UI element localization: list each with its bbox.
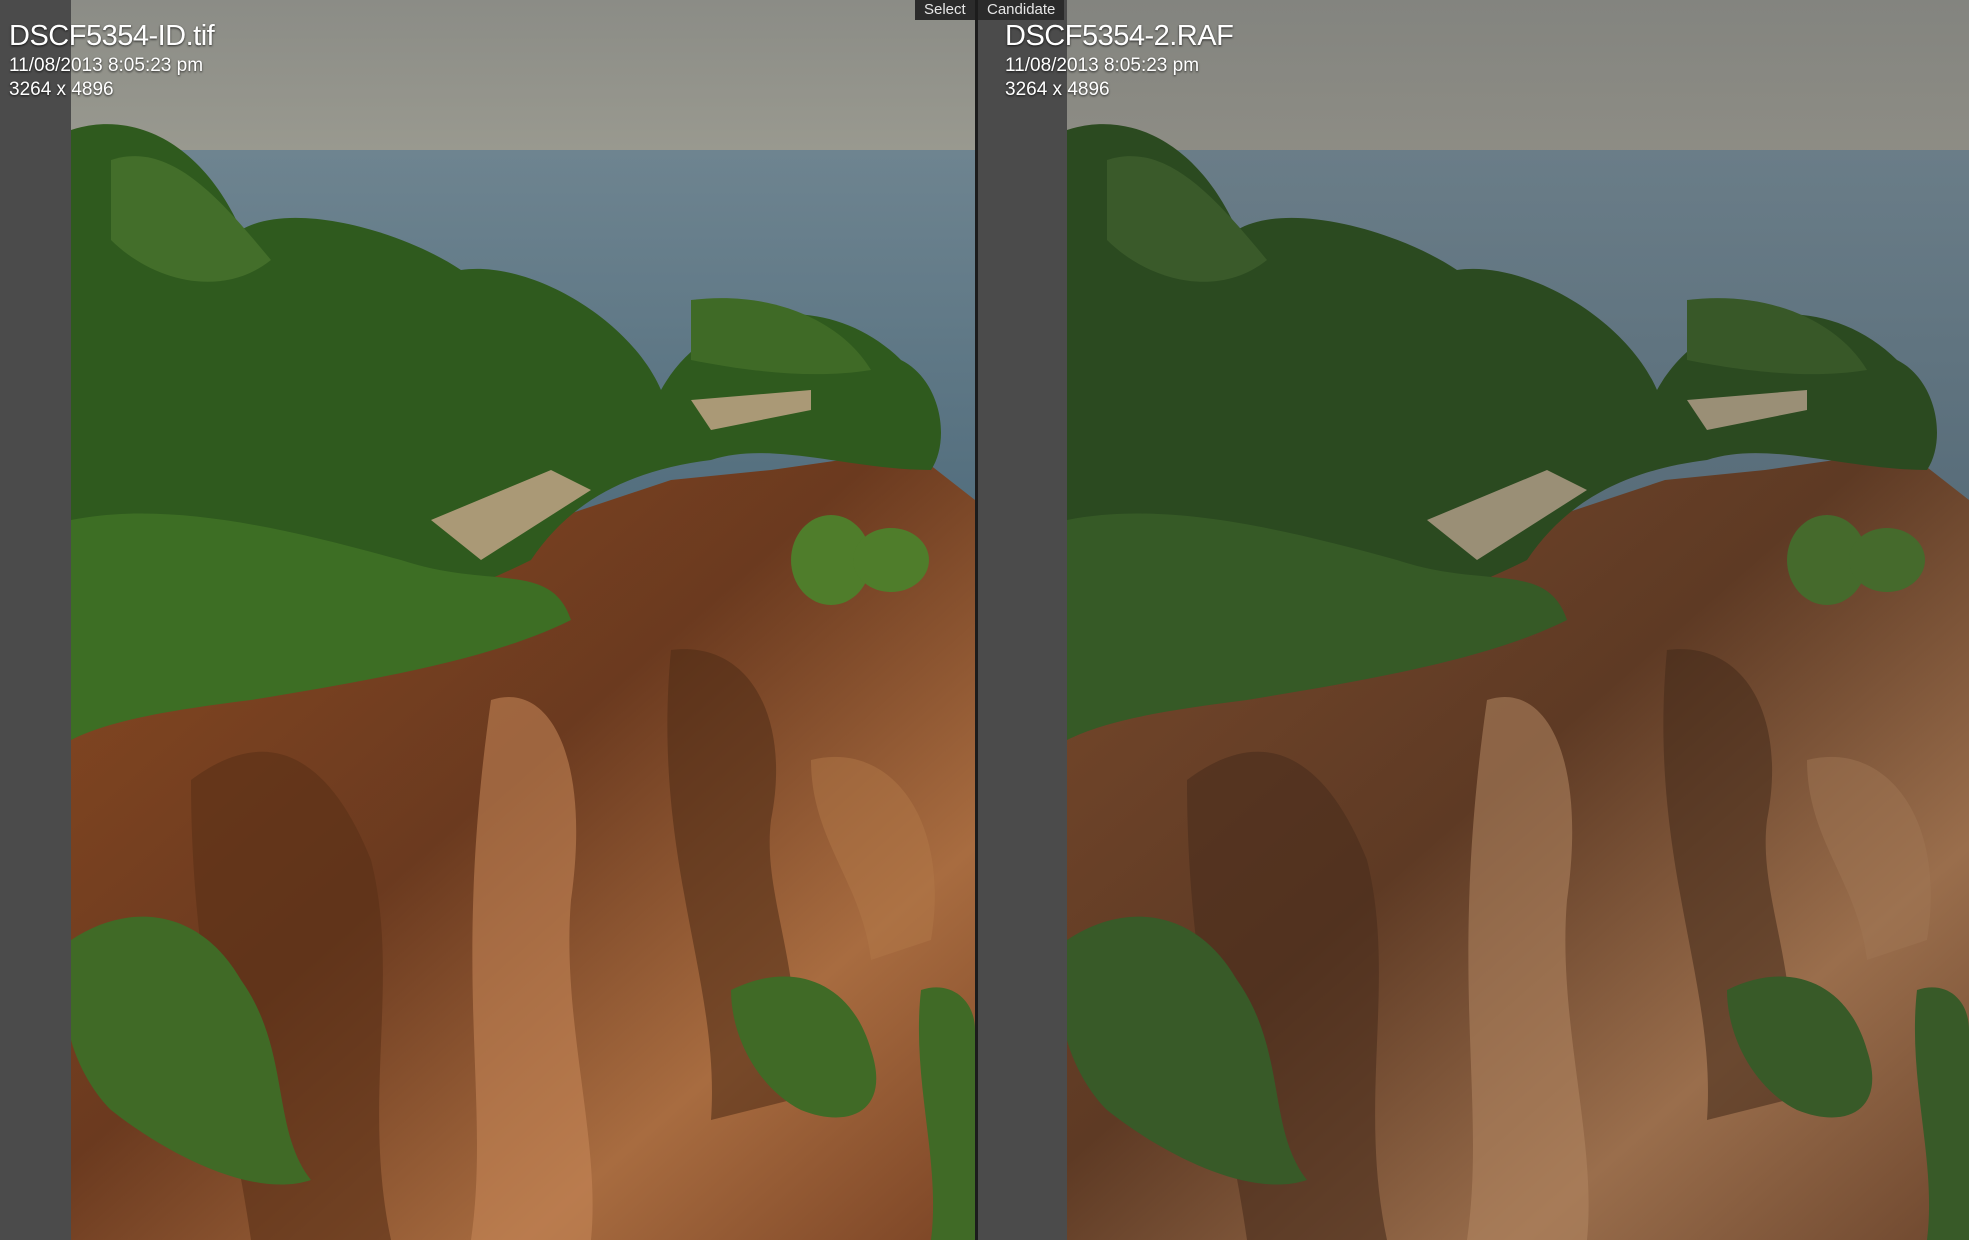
select-info-overlay: DSCF5354-ID.tif 11/08/2013 8:05:23 pm 32… xyxy=(9,18,215,102)
candidate-photo[interactable] xyxy=(1067,0,1969,1240)
candidate-photo-image xyxy=(1067,0,1969,1240)
candidate-info-overlay: DSCF5354-2.RAF 11/08/2013 8:05:23 pm 326… xyxy=(1005,18,1234,102)
select-badge: Select xyxy=(915,0,975,20)
candidate-datetime: 11/08/2013 8:05:23 pm xyxy=(1005,55,1200,76)
candidate-dimensions: 3264 x 4896 xyxy=(1005,79,1110,100)
candidate-pane[interactable]: DSCF5354-2.RAF 11/08/2013 8:05:23 pm 326… xyxy=(978,0,1969,1240)
select-pane[interactable]: DSCF5354-ID.tif 11/08/2013 8:05:23 pm 32… xyxy=(0,0,975,1240)
candidate-badge: Candidate xyxy=(978,0,1065,20)
select-filename: DSCF5354-ID.tif xyxy=(9,20,215,52)
select-photo-image xyxy=(71,0,975,1240)
select-dimensions: 3264 x 4896 xyxy=(9,79,114,100)
compare-view: DSCF5354-ID.tif 11/08/2013 8:05:23 pm 32… xyxy=(0,0,1969,1240)
select-datetime: 11/08/2013 8:05:23 pm xyxy=(9,55,204,76)
candidate-filename: DSCF5354-2.RAF xyxy=(1005,20,1234,52)
select-photo[interactable] xyxy=(71,0,975,1240)
